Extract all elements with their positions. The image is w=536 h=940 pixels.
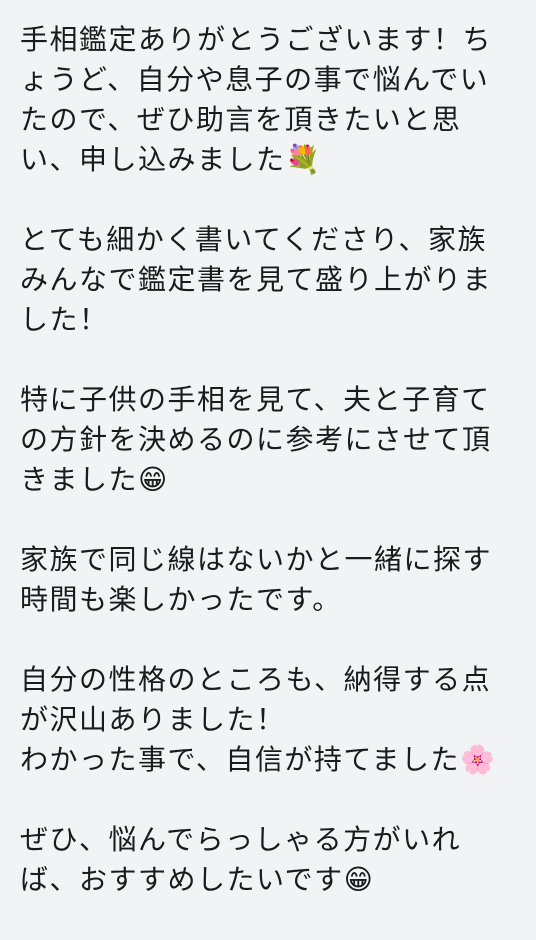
message-line: ょうど、自分や息子の事で悩んでい	[20, 63, 490, 96]
message-line: 家族で同じ線はないかと一緒に探す	[20, 543, 493, 576]
paragraph: 自分の性格のところも、納得する点 が沢山ありました！ わかった事で、自信が持てま…	[20, 660, 520, 780]
message-line: の方針を決めるのに参考にさせて頂	[20, 423, 492, 456]
paragraph: 家族で同じ線はないかと一緒に探す 時間も楽しかったです。	[20, 540, 520, 620]
message-line: 自分の性格のところも、納得する点	[20, 663, 492, 696]
paragraph: 特に子供の手相を見て、夫と子育て の方針を決めるのに参考にさせて頂 きました😁	[20, 380, 520, 500]
message-line: とても細かく書いてくださり、家族	[20, 223, 487, 256]
message-line: わかった事で、自信が持てました🌸	[20, 743, 497, 776]
message-line: した！	[20, 303, 109, 336]
paragraph: ぜひ、悩んでらっしゃる方がいれ ば、おすすめしたいです😁	[20, 820, 520, 900]
paragraph: とても細かく書いてくださり、家族 みんなで鑑定書を見て盛り上がりま した！	[20, 220, 520, 340]
message-line: 手相鑑定ありがとうございます！ち	[20, 23, 493, 56]
message-line: ば、おすすめしたいです😁	[20, 863, 375, 896]
message-line: たので、ぜひ助言を頂きたいと思	[20, 103, 462, 136]
message-line: が沢山ありました！	[20, 703, 286, 736]
message-body: 手相鑑定ありがとうございます！ち ょうど、自分や息子の事で悩んでい たので、ぜひ…	[20, 20, 520, 940]
message-line: みんなで鑑定書を見て盛り上がりま	[20, 263, 493, 296]
message-line: きました😁	[20, 463, 169, 496]
message-line: 特に子供の手相を見て、夫と子育て	[20, 383, 491, 416]
paragraph: 手相鑑定ありがとうございます！ち ょうど、自分や息子の事で悩んでい たので、ぜひ…	[20, 20, 520, 180]
message-line: ぜひ、悩んでらっしゃる方がいれ	[20, 823, 462, 856]
message-line: い、申し込みました💐	[20, 143, 322, 176]
message-line: 時間も楽しかったです。	[20, 583, 342, 616]
